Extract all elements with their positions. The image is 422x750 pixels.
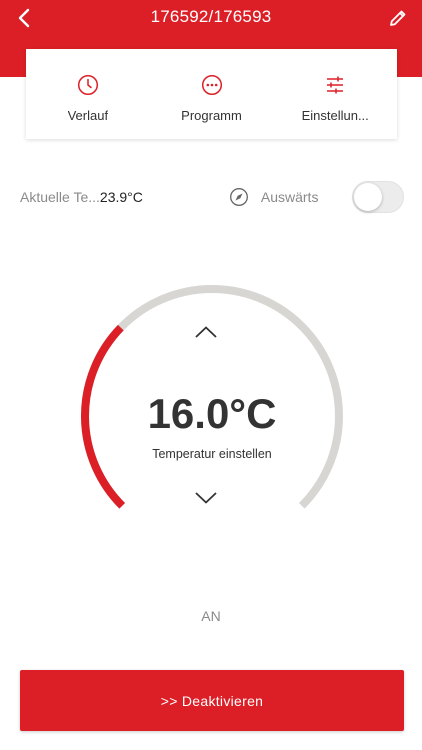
away-mode-toggle[interactable] xyxy=(352,181,404,213)
menu-item-settings[interactable]: Einstellun... xyxy=(273,49,397,139)
edit-button[interactable] xyxy=(382,3,414,33)
compass-icon xyxy=(229,188,248,206)
status-row: Aktuelle Te... 23.9°C Auswärts xyxy=(20,180,404,214)
pencil-icon xyxy=(390,10,406,26)
current-temperature-value: 23.9°C xyxy=(99,189,143,205)
temperature-dial[interactable]: 16.0°C Temperatur einstellen xyxy=(80,284,344,548)
away-mode-label: Auswärts xyxy=(260,189,319,205)
page-title: 176592/176593 xyxy=(150,7,272,26)
more-horizontal-icon xyxy=(201,74,222,96)
increase-temperature-button[interactable] xyxy=(195,326,229,346)
clock-icon xyxy=(77,74,98,96)
set-temperature-caption: Temperatur einstellen xyxy=(152,447,272,461)
menu-item-label: Verlauf xyxy=(67,108,109,123)
deactivate-button[interactable]: >> Deaktivieren xyxy=(20,670,404,731)
current-temperature-label: Aktuelle Te... xyxy=(20,189,100,205)
menu-item-label: Programm xyxy=(181,108,242,123)
menu-item-history[interactable]: Verlauf xyxy=(26,49,150,139)
feature-menu: Verlauf Programm Einstellun... xyxy=(26,49,397,139)
menu-item-program[interactable]: Programm xyxy=(150,49,274,139)
chevron-up-icon xyxy=(195,326,217,338)
heating-state-label: AN xyxy=(201,608,221,624)
chevron-down-icon xyxy=(195,492,217,504)
menu-item-label: Einstellun... xyxy=(301,108,369,123)
set-temperature-value: 16.0°C xyxy=(147,390,277,437)
sliders-icon xyxy=(327,76,344,94)
decrease-temperature-button[interactable] xyxy=(195,492,229,512)
toggle-knob xyxy=(354,183,382,211)
